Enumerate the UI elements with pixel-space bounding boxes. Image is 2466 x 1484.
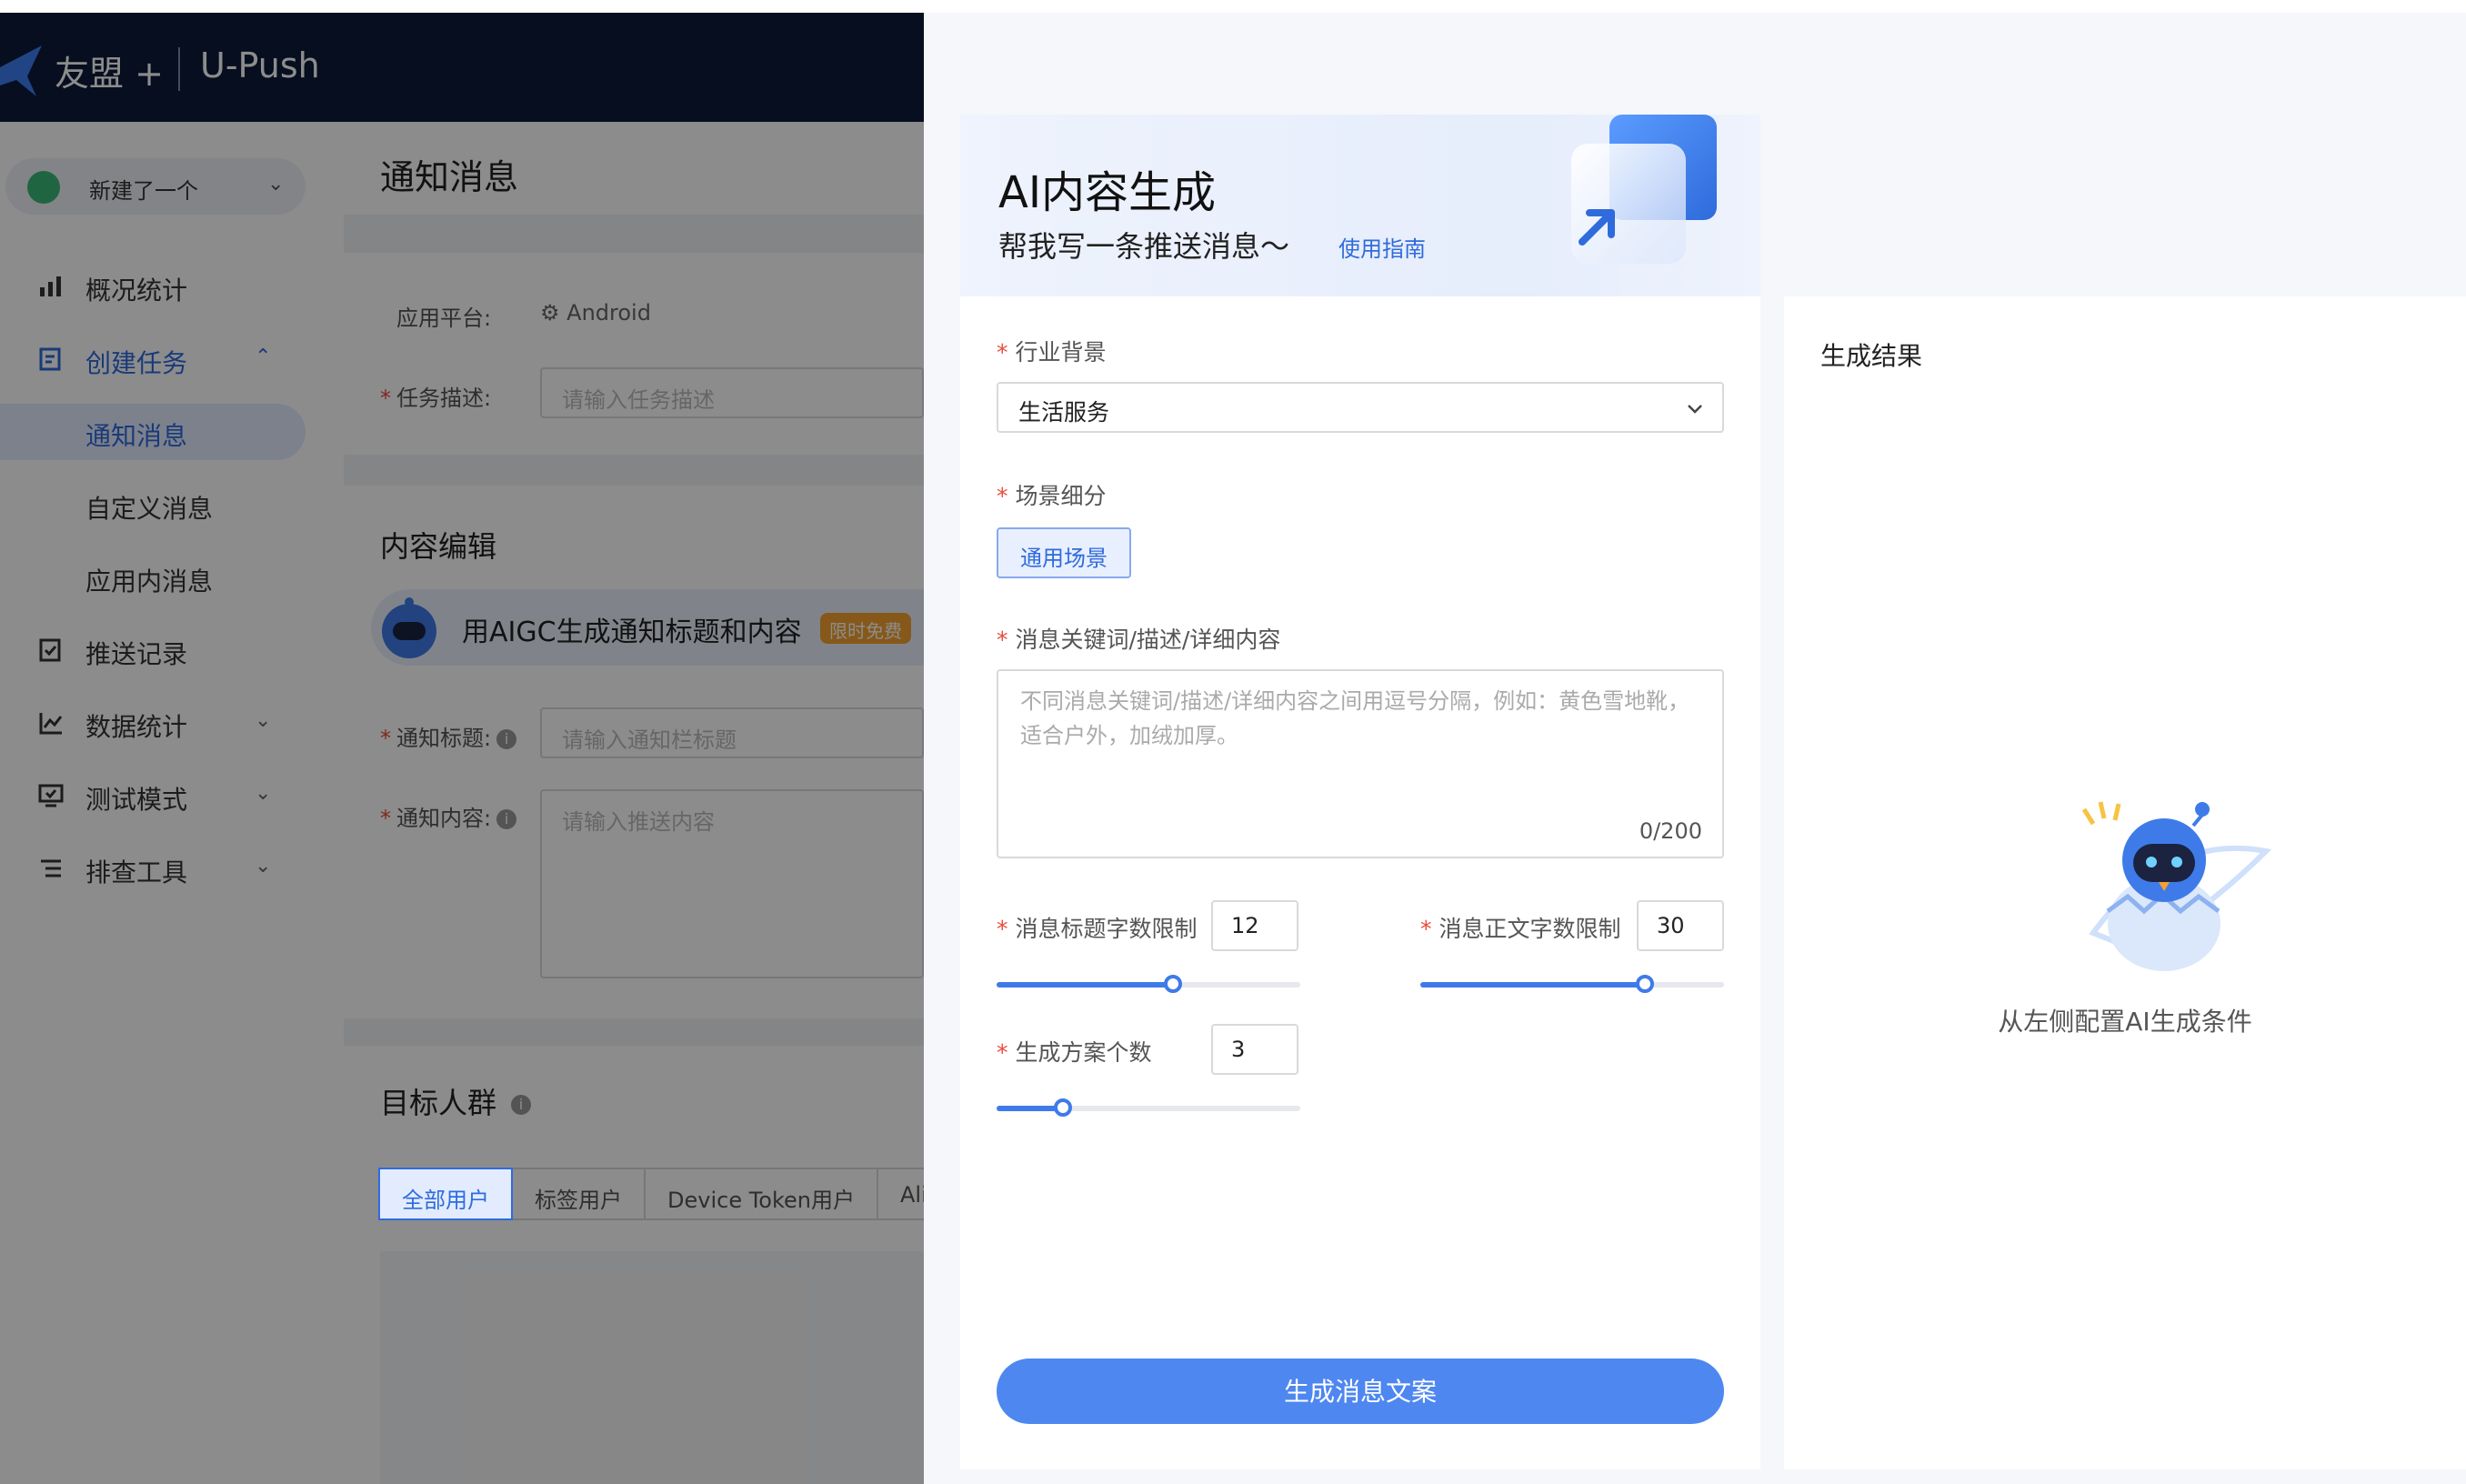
industry-select[interactable]: 生活服务: [997, 382, 1724, 433]
body-limit-label: * 消息正文字数限制: [1420, 916, 1621, 942]
modal-overlay[interactable]: [0, 13, 924, 1484]
drawer-title: AI内容生成: [998, 167, 1216, 218]
industry-label: * 行业背景: [997, 339, 1107, 366]
slider-track: [997, 1106, 1064, 1111]
slider-handle[interactable]: [1054, 1098, 1073, 1117]
plan-count-input[interactable]: 3: [1211, 1024, 1298, 1075]
slider-handle[interactable]: [1163, 975, 1182, 993]
scene-option-general[interactable]: 通用场景: [997, 527, 1131, 578]
generate-message-button[interactable]: 生成消息文案: [997, 1359, 1724, 1424]
result-title: 生成结果: [1820, 341, 1923, 371]
tab-all-users[interactable]: 全部用户: [378, 1168, 513, 1220]
body-limit-slider[interactable]: [1420, 975, 1724, 993]
keywords-label: * 消息关键词/描述/详细内容: [997, 627, 1281, 653]
char-counter: 0/200: [1639, 818, 1702, 844]
slider-track: [1420, 982, 1646, 988]
title-limit-label: * 消息标题字数限制: [997, 916, 1198, 942]
empty-state-hint: 从左侧配置AI生成条件: [1998, 1007, 2252, 1037]
ai-content-drawer: AI内容生成 帮我写一条推送消息～ 使用指南 * 行业背景 生活服务 * 场景细分 …: [924, 13, 2466, 1484]
scene-label: * 场景细分: [997, 483, 1107, 509]
config-panel: * 行业背景 生活服务 * 场景细分 通用场景 * 消息关键词/描述/详细内容 不同消…: [960, 296, 1760, 1469]
result-panel: 生成结果 从左侧配置AI生成条件: [1784, 296, 2466, 1469]
title-limit-input[interactable]: 12: [1211, 900, 1298, 951]
body-limit-input[interactable]: 30: [1637, 900, 1724, 951]
keywords-textarea[interactable]: 不同消息关键词/描述/详细内容之间用逗号分隔，例如：黄色雪地靴，适合户外，加绒加…: [997, 669, 1724, 858]
top-strip: [0, 0, 2466, 13]
plan-count-slider[interactable]: [997, 1098, 1300, 1117]
slider-handle[interactable]: [1636, 975, 1655, 993]
keywords-placeholder: 不同消息关键词/描述/详细内容之间用逗号分隔，例如：黄色雪地靴，适合户外，加绒加…: [1020, 688, 1690, 748]
usage-guide-link[interactable]: 使用指南: [1338, 231, 1426, 263]
slider-track: [997, 982, 1173, 988]
drawer-subtitle: 帮我写一条推送消息～: [998, 229, 1290, 264]
title-limit-slider[interactable]: [997, 975, 1300, 993]
robot-egg-illustration-icon: [2081, 801, 2272, 971]
drawer-hero: AI内容生成 帮我写一条推送消息～ 使用指南: [960, 115, 1760, 296]
industry-select-value: 生活服务: [1018, 399, 1110, 426]
hero-card-art-icon: [1571, 115, 1717, 264]
plan-count-label: * 生成方案个数: [997, 1039, 1152, 1066]
chevron-down-icon: [1688, 405, 1702, 414]
